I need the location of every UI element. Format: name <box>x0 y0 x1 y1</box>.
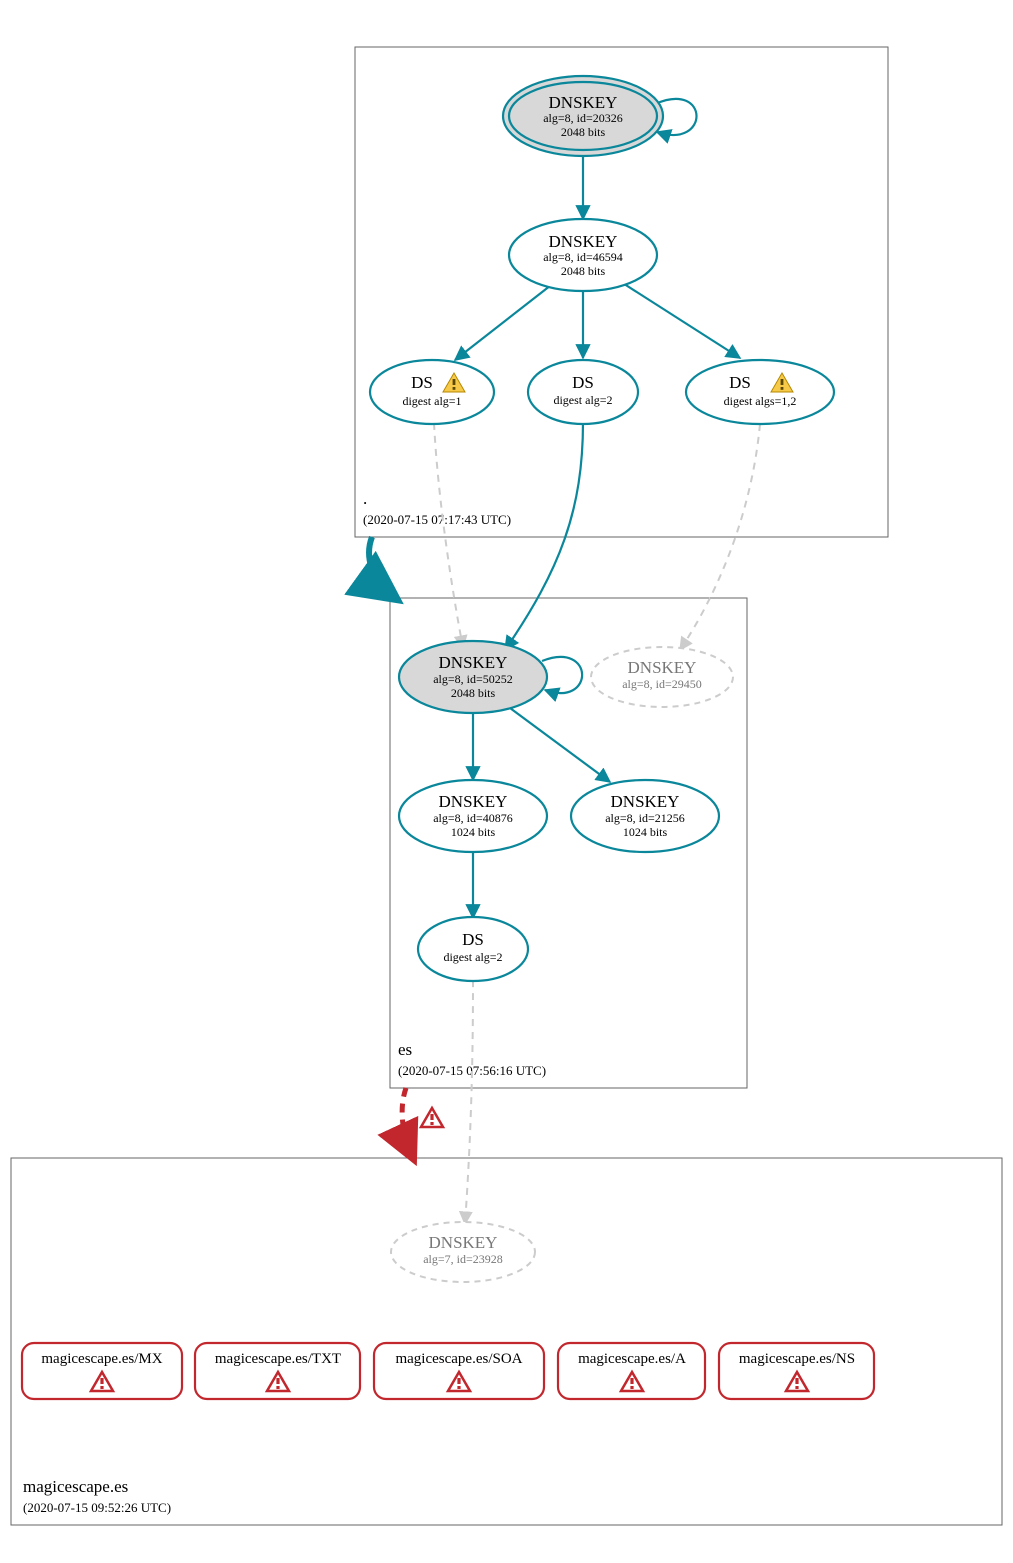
edge-esksk-zsk2 <box>510 708 610 782</box>
svg-text:alg=8, id=46594: alg=8, id=46594 <box>543 250 623 264</box>
node-es-ghost: DNSKEY alg=8, id=29450 <box>591 647 733 707</box>
zone-label-leaf: magicescape.es <box>23 1477 128 1496</box>
edge-deleg-root-es <box>369 537 395 598</box>
svg-text:DNSKEY: DNSKEY <box>429 1233 498 1252</box>
rrset-mx: magicescape.es/MX <box>22 1343 182 1399</box>
edge-ds1-esksk <box>434 423 463 648</box>
svg-text:digest algs=1,2: digest algs=1,2 <box>724 394 797 408</box>
node-es-ksk: DNSKEY alg=8, id=50252 2048 bits <box>399 641 547 713</box>
zone-ts-leaf: (2020-07-15 09:52:26 UTC) <box>23 1500 171 1515</box>
svg-text:alg=8, id=40876: alg=8, id=40876 <box>433 811 513 825</box>
rrset-ns: magicescape.es/NS <box>719 1343 874 1399</box>
svg-text:alg=7, id=23928: alg=7, id=23928 <box>423 1252 503 1266</box>
svg-text:DS: DS <box>462 930 484 949</box>
node-es-zsk2: DNSKEY alg=8, id=21256 1024 bits <box>571 780 719 852</box>
node-es-ds: DS digest alg=2 <box>418 917 528 981</box>
node-es-zsk1: DNSKEY alg=8, id=40876 1024 bits <box>399 780 547 852</box>
svg-text:DNSKEY: DNSKEY <box>439 792 508 811</box>
rrset-soa: magicescape.es/SOA <box>374 1343 544 1399</box>
zone-box-leaf <box>11 1158 1002 1525</box>
svg-text:DNSKEY: DNSKEY <box>549 93 618 112</box>
node-leaf-key: DNSKEY alg=7, id=23928 <box>391 1222 535 1282</box>
svg-text:magicescape.es/TXT: magicescape.es/TXT <box>215 1351 341 1367</box>
zone-label-root: . <box>363 489 367 508</box>
svg-text:2048 bits: 2048 bits <box>561 264 606 278</box>
svg-text:digest alg=2: digest alg=2 <box>443 950 502 964</box>
node-root-ksk: DNSKEY alg=8, id=20326 2048 bits <box>503 76 663 156</box>
rrset-txt: magicescape.es/TXT <box>195 1343 360 1399</box>
svg-text:magicescape.es/MX: magicescape.es/MX <box>41 1351 162 1367</box>
svg-text:DS: DS <box>729 373 751 392</box>
svg-text:2048 bits: 2048 bits <box>561 125 606 139</box>
edge-esksk-self <box>542 657 582 693</box>
edge-esds-leafkey <box>465 980 473 1224</box>
svg-text:magicescape.es/A: magicescape.es/A <box>578 1351 686 1367</box>
svg-text:alg=8, id=50252: alg=8, id=50252 <box>433 672 513 686</box>
edge-zsk-ds3 <box>618 280 740 358</box>
svg-text:1024 bits: 1024 bits <box>623 825 668 839</box>
svg-text:DS: DS <box>411 373 433 392</box>
edge-zsk-ds1 <box>455 282 555 360</box>
svg-text:1024 bits: 1024 bits <box>451 825 496 839</box>
svg-text:DNSKEY: DNSKEY <box>628 658 697 677</box>
svg-text:DNSKEY: DNSKEY <box>611 792 680 811</box>
svg-text:magicescape.es/SOA: magicescape.es/SOA <box>395 1351 522 1367</box>
svg-text:magicescape.es/NS: magicescape.es/NS <box>739 1351 855 1367</box>
svg-text:digest alg=2: digest alg=2 <box>553 393 612 407</box>
rrset-a: magicescape.es/A <box>558 1343 705 1399</box>
node-ds3: DS digest algs=1,2 <box>686 360 834 424</box>
svg-text:digest alg=1: digest alg=1 <box>402 394 461 408</box>
edge-deleg-es-leaf <box>402 1088 413 1158</box>
dnssec-diagram: . (2020-07-15 07:17:43 UTC) es (2020-07-… <box>0 0 1013 1563</box>
warning-icon <box>421 1108 443 1127</box>
svg-text:DNSKEY: DNSKEY <box>439 653 508 672</box>
node-ds1: DS digest alg=1 <box>370 360 494 424</box>
node-root-zsk: DNSKEY alg=8, id=46594 2048 bits <box>509 219 657 291</box>
svg-text:2048 bits: 2048 bits <box>451 686 496 700</box>
zone-label-es: es <box>398 1040 412 1059</box>
zone-ts-root: (2020-07-15 07:17:43 UTC) <box>363 512 511 527</box>
edge-ds2-esksk <box>505 422 583 650</box>
node-ds2: DS digest alg=2 <box>528 360 638 424</box>
svg-text:alg=8, id=21256: alg=8, id=21256 <box>605 811 685 825</box>
svg-text:DNSKEY: DNSKEY <box>549 232 618 251</box>
svg-text:alg=8, id=29450: alg=8, id=29450 <box>622 677 702 691</box>
svg-text:alg=8, id=20326: alg=8, id=20326 <box>543 111 623 125</box>
svg-text:DS: DS <box>572 373 594 392</box>
